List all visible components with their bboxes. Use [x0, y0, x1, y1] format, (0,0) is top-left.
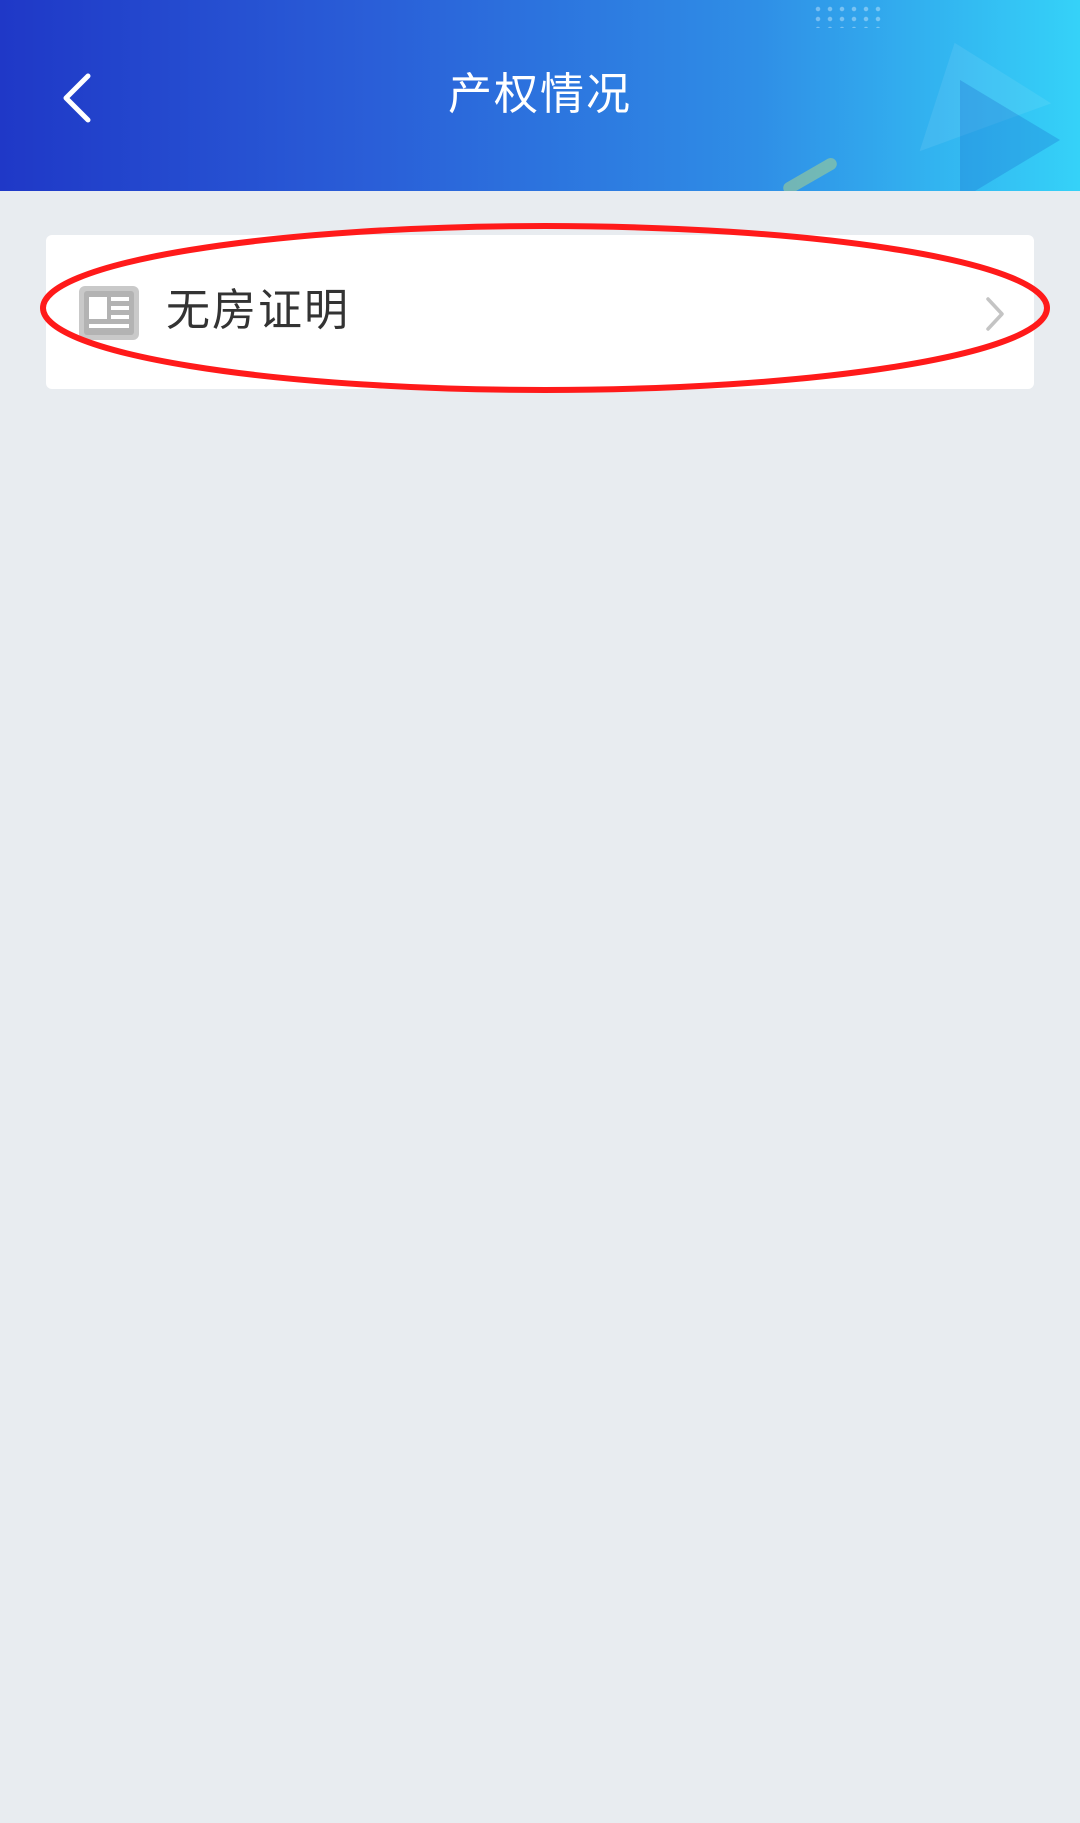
menu-item-no-house-certificate[interactable]: 无房证明: [46, 235, 1034, 389]
decorative-stroke: [781, 155, 839, 191]
chevron-right-icon: [986, 297, 1004, 331]
decorative-dots: [812, 4, 882, 28]
header-bar: 产权情况: [0, 0, 1080, 191]
document-icon: [79, 286, 139, 340]
menu-item-label: 无房证明: [166, 285, 350, 336]
page-title: 产权情况: [448, 69, 632, 120]
